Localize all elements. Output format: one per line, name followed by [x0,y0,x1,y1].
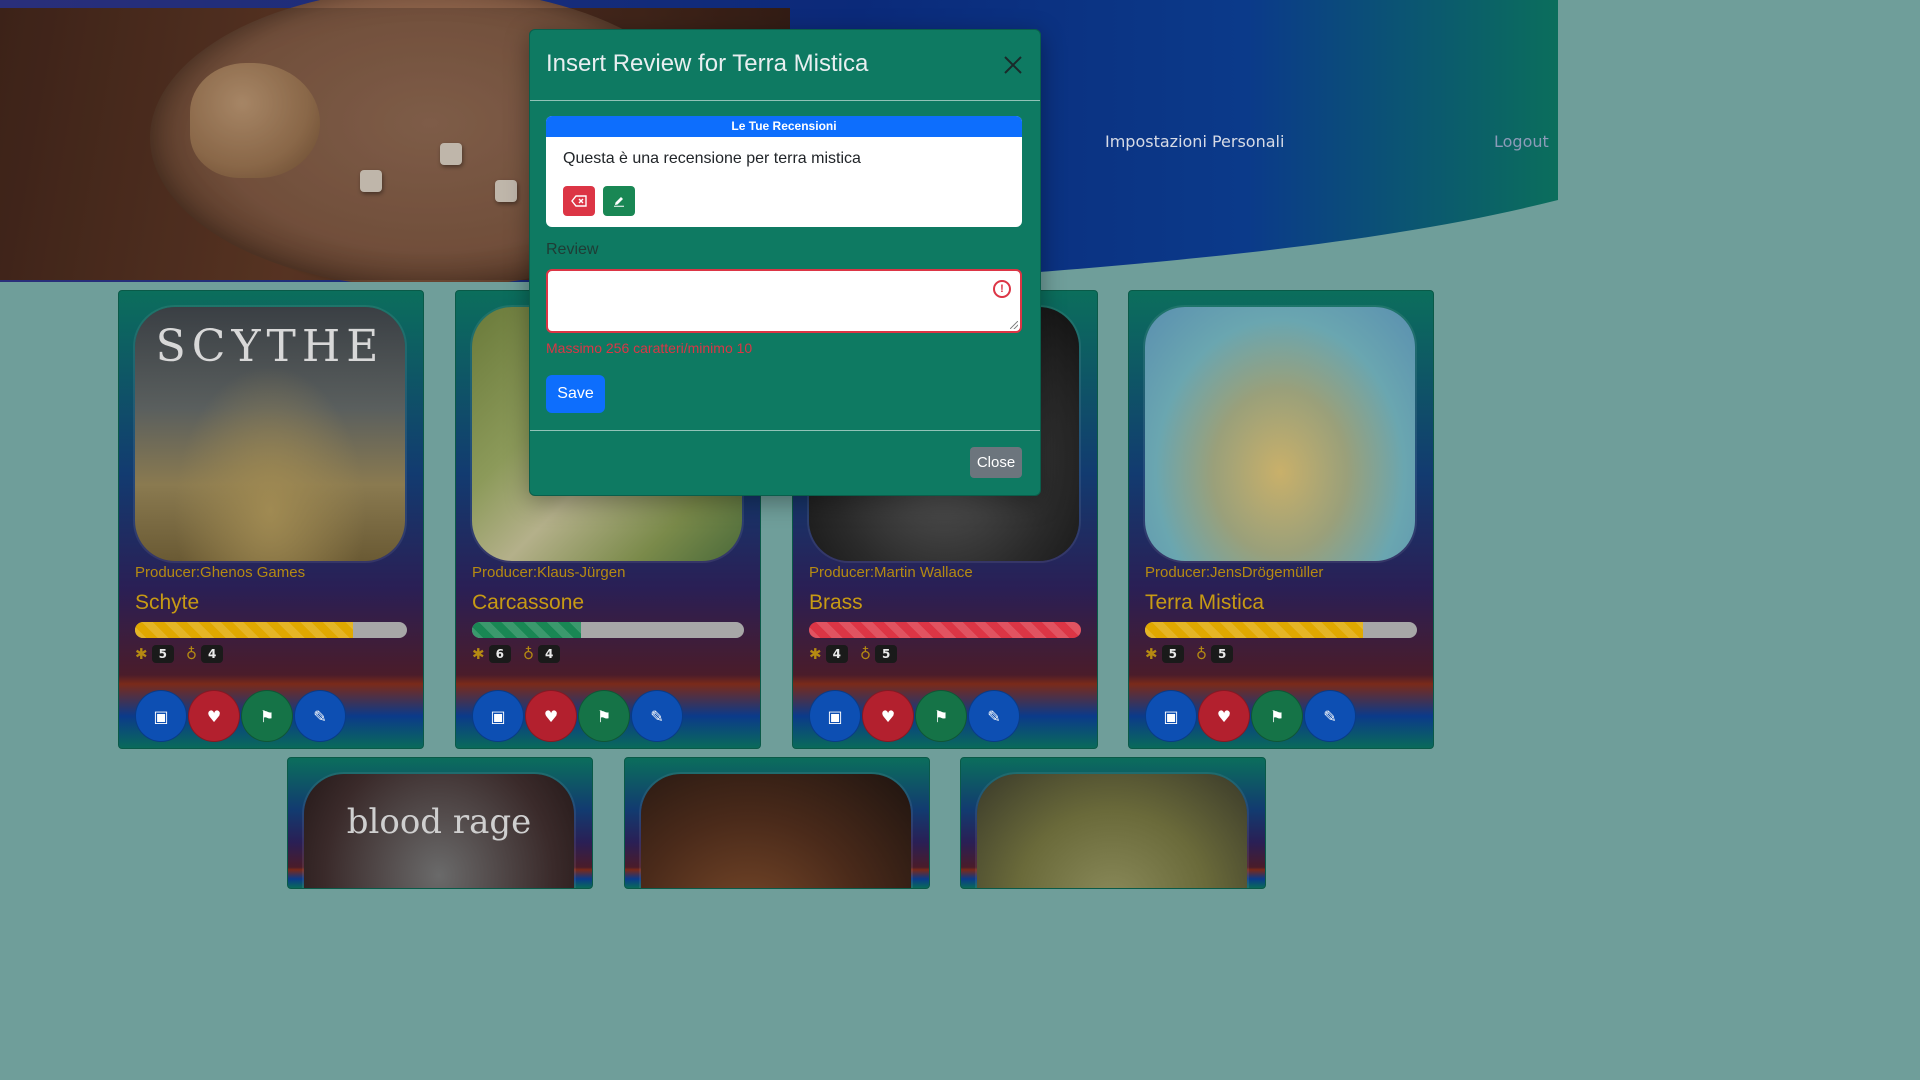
save-button[interactable]: Save [546,375,605,413]
review-textarea[interactable]: ! [546,269,1022,333]
backspace-icon [571,195,587,207]
review-field-label: Review [546,241,599,258]
existing-review-text: Questa è una recensione per terra mistic… [563,150,861,167]
validation-message: Massimo 256 caratteri/minimo 10 [546,340,753,356]
existing-reviews-panel: Le Tue Recensioni Questa è una recension… [546,116,1022,227]
modal-close-button[interactable] [1000,52,1026,78]
invalid-warning-icon: ! [993,280,1011,298]
review-modal: Insert Review for Terra Mistica Le Tue R… [529,29,1041,496]
close-icon [1004,56,1022,74]
modal-footer: Close [530,430,1040,496]
resize-handle[interactable] [1010,321,1018,329]
delete-review-button[interactable] [563,186,595,216]
edit-existing-review-button[interactable] [603,186,635,216]
close-button[interactable]: Close [970,447,1022,478]
pencil-icon [614,197,624,207]
modal-header: Insert Review for Terra Mistica [530,30,1040,101]
reviews-panel-header: Le Tue Recensioni [546,116,1022,137]
modal-title: Insert Review for Terra Mistica [546,50,869,77]
